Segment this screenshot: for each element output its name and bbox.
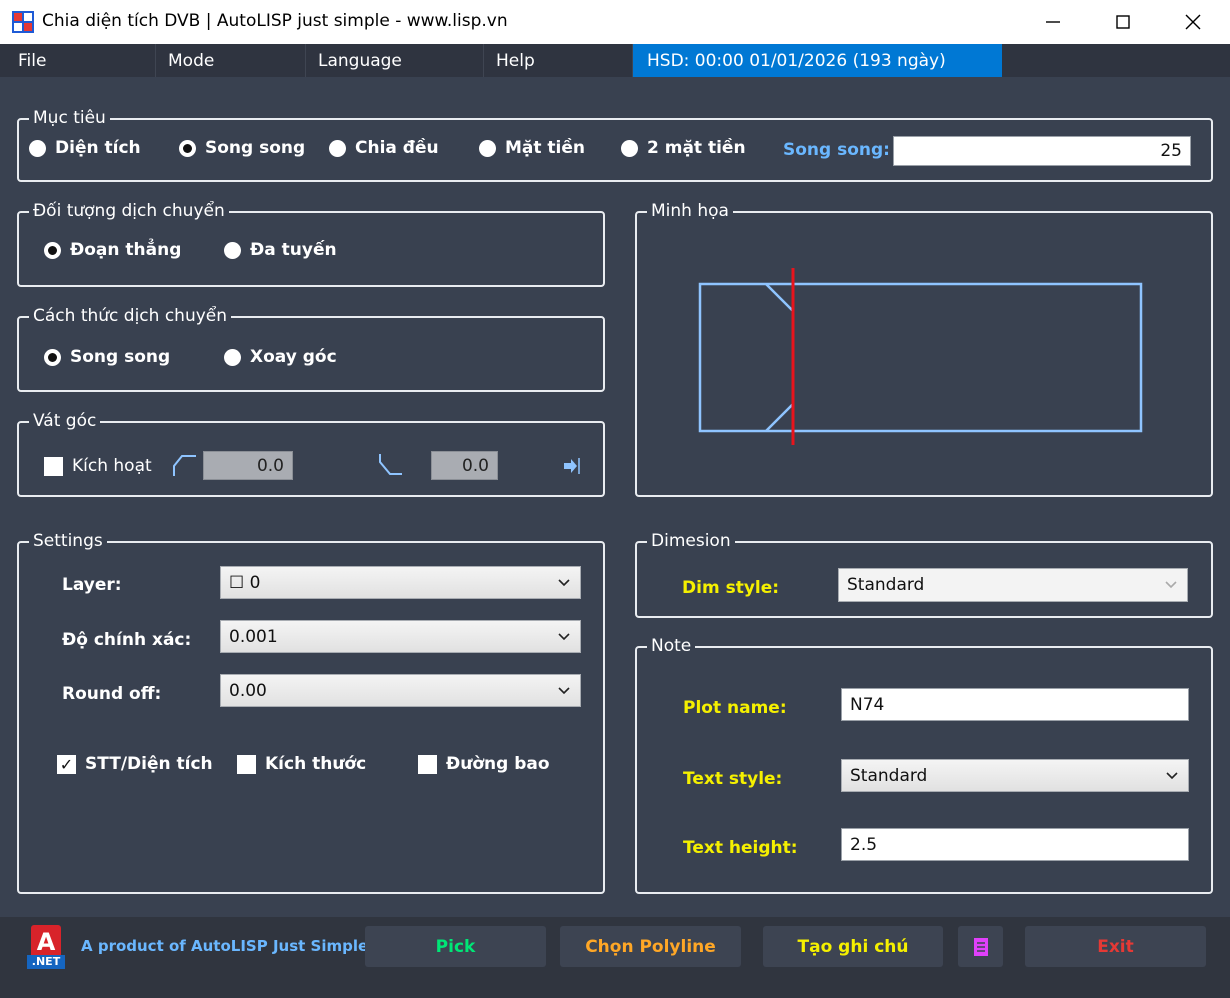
menu-language[interactable]: Language [306, 44, 484, 77]
window-title: Chia diện tích DVB | AutoLISP just simpl… [42, 11, 508, 31]
chevron-down-icon [558, 686, 570, 694]
textheight-input[interactable]: 2.5 [841, 828, 1189, 861]
radio-selected-icon [44, 348, 61, 366]
choose-polyline-button[interactable]: Chọn Polyline [560, 926, 741, 967]
radio-icon [621, 139, 638, 157]
textstyle-select[interactable]: Standard [841, 759, 1189, 792]
chevron-down-icon [1166, 771, 1178, 779]
chamfer-start-icon [173, 455, 196, 476]
move-method-legend: Cách thức dịch chuyển [29, 304, 232, 328]
settings-legend: Settings [29, 529, 107, 553]
document-icon [973, 937, 988, 956]
move-object-radio-line[interactable]: Đoạn thẳng [44, 240, 181, 260]
menu-help[interactable]: Help [484, 44, 633, 77]
chamfer-end-icon [379, 454, 402, 475]
dimension-legend: Dimesion [647, 529, 735, 553]
target-value-input[interactable]: 25 [893, 136, 1191, 166]
textheight-label: Text height: [683, 838, 798, 858]
dimstyle-select[interactable]: Standard [838, 568, 1188, 602]
chevron-down-icon [558, 578, 570, 586]
radio-icon [224, 241, 241, 259]
maximize-icon [1116, 15, 1130, 29]
dimstyle-label: Dim style: [682, 578, 780, 598]
dimension-checkbox[interactable]: Kích thước [237, 754, 366, 774]
plotname-input[interactable]: N74 [841, 688, 1189, 721]
move-object-group: Đối tượng dịch chuyển Đoạn thẳng Đa tuyế… [17, 199, 605, 287]
radio-icon [29, 139, 46, 157]
create-note-button[interactable]: Tạo ghi chú [763, 926, 943, 967]
close-button[interactable] [1158, 0, 1228, 44]
target-radio-parallel[interactable]: Song song [179, 138, 305, 158]
chamfer-value2-input[interactable]: 0.0 [431, 451, 498, 480]
dimension-group: Dimesion Dim style: Standard [635, 529, 1213, 618]
radio-icon [479, 139, 496, 157]
minimize-button[interactable] [1018, 0, 1088, 44]
close-icon [1185, 14, 1201, 30]
pick-button[interactable]: Pick [365, 926, 546, 967]
move-method-radio-rotate[interactable]: Xoay góc [224, 347, 337, 367]
apply-arrow-icon[interactable] [562, 456, 582, 476]
checkbox-icon [44, 456, 63, 476]
move-method-group: Cách thức dịch chuyển Song song Xoay góc [17, 304, 605, 392]
radio-icon [329, 139, 346, 157]
app-icon [12, 11, 34, 33]
exit-button[interactable]: Exit [1025, 926, 1206, 967]
menu-mode[interactable]: Mode [156, 44, 306, 77]
layer-label: Layer: [62, 575, 122, 595]
radio-selected-icon [44, 241, 61, 259]
target-radio-equal[interactable]: Chia đều [329, 138, 439, 158]
title-bar: Chia diện tích DVB | AutoLISP just simpl… [0, 0, 1230, 44]
chamfer-legend: Vát góc [29, 409, 101, 433]
chamfer-value1-input[interactable]: 0.0 [203, 451, 293, 480]
maximize-button[interactable] [1088, 0, 1158, 44]
chevron-down-icon [1165, 581, 1177, 589]
license-status: HSD: 00:00 01/01/2026 (193 ngày) [633, 44, 1002, 77]
layer-select[interactable]: ☐ 0 [220, 566, 581, 599]
checkbox-icon [418, 754, 437, 774]
radio-selected-icon [179, 139, 196, 157]
target-radio-area[interactable]: Diện tích [29, 138, 141, 158]
roundoff-label: Round off: [62, 684, 162, 704]
menu-bar: File Mode Language Help HSD: 00:00 01/01… [0, 44, 1230, 77]
stt-area-checkbox[interactable]: ✓ STT/Diện tích [57, 754, 213, 774]
minimize-icon [1046, 21, 1060, 23]
menu-file[interactable]: File [6, 44, 156, 77]
roundoff-select[interactable]: 0.00 [220, 674, 581, 707]
textstyle-label: Text style: [683, 769, 783, 789]
target-radio-two-frontage[interactable]: 2 mặt tiền [621, 138, 746, 158]
move-object-legend: Đối tượng dịch chuyển [29, 199, 229, 223]
radio-icon [224, 348, 241, 366]
checkbox-icon [237, 754, 256, 774]
chamfer-activate-checkbox[interactable]: Kích hoạt [44, 456, 152, 476]
checkbox-checked-icon: ✓ [57, 754, 76, 774]
target-radio-frontage[interactable]: Mặt tiền [479, 138, 585, 158]
chevron-down-icon [558, 632, 570, 640]
chamfer-group: Vát góc Kích hoạt 0.0 0.0 [17, 409, 605, 497]
target-legend: Mục tiêu [29, 106, 110, 130]
illustration-group: Minh họa [635, 199, 1213, 497]
note-group: Note Plot name: N74 Text style: Standard… [635, 634, 1213, 894]
target-value-label: Song song: [783, 140, 890, 160]
precision-label: Độ chính xác: [62, 630, 192, 650]
boundary-checkbox[interactable]: Đường bao [418, 754, 550, 774]
footer-bar: A .NET A product of AutoLISP Just Simple… [0, 917, 1230, 998]
note-legend: Note [647, 634, 696, 658]
move-method-radio-parallel[interactable]: Song song [44, 347, 170, 367]
product-text: A product of AutoLISP Just Simple [81, 937, 369, 955]
autolisp-logo: A .NET [27, 925, 65, 969]
illustration-diagram [698, 268, 1143, 445]
settings-group: Settings Layer: ☐ 0 Độ chính xác: 0.001 … [17, 529, 605, 894]
target-group: Mục tiêu Diện tích Song song Chia đều Mặ… [17, 106, 1213, 182]
document-button[interactable] [958, 926, 1003, 967]
plotname-label: Plot name: [683, 698, 787, 718]
move-object-radio-polyline[interactable]: Đa tuyến [224, 240, 337, 260]
precision-select[interactable]: 0.001 [220, 620, 581, 653]
